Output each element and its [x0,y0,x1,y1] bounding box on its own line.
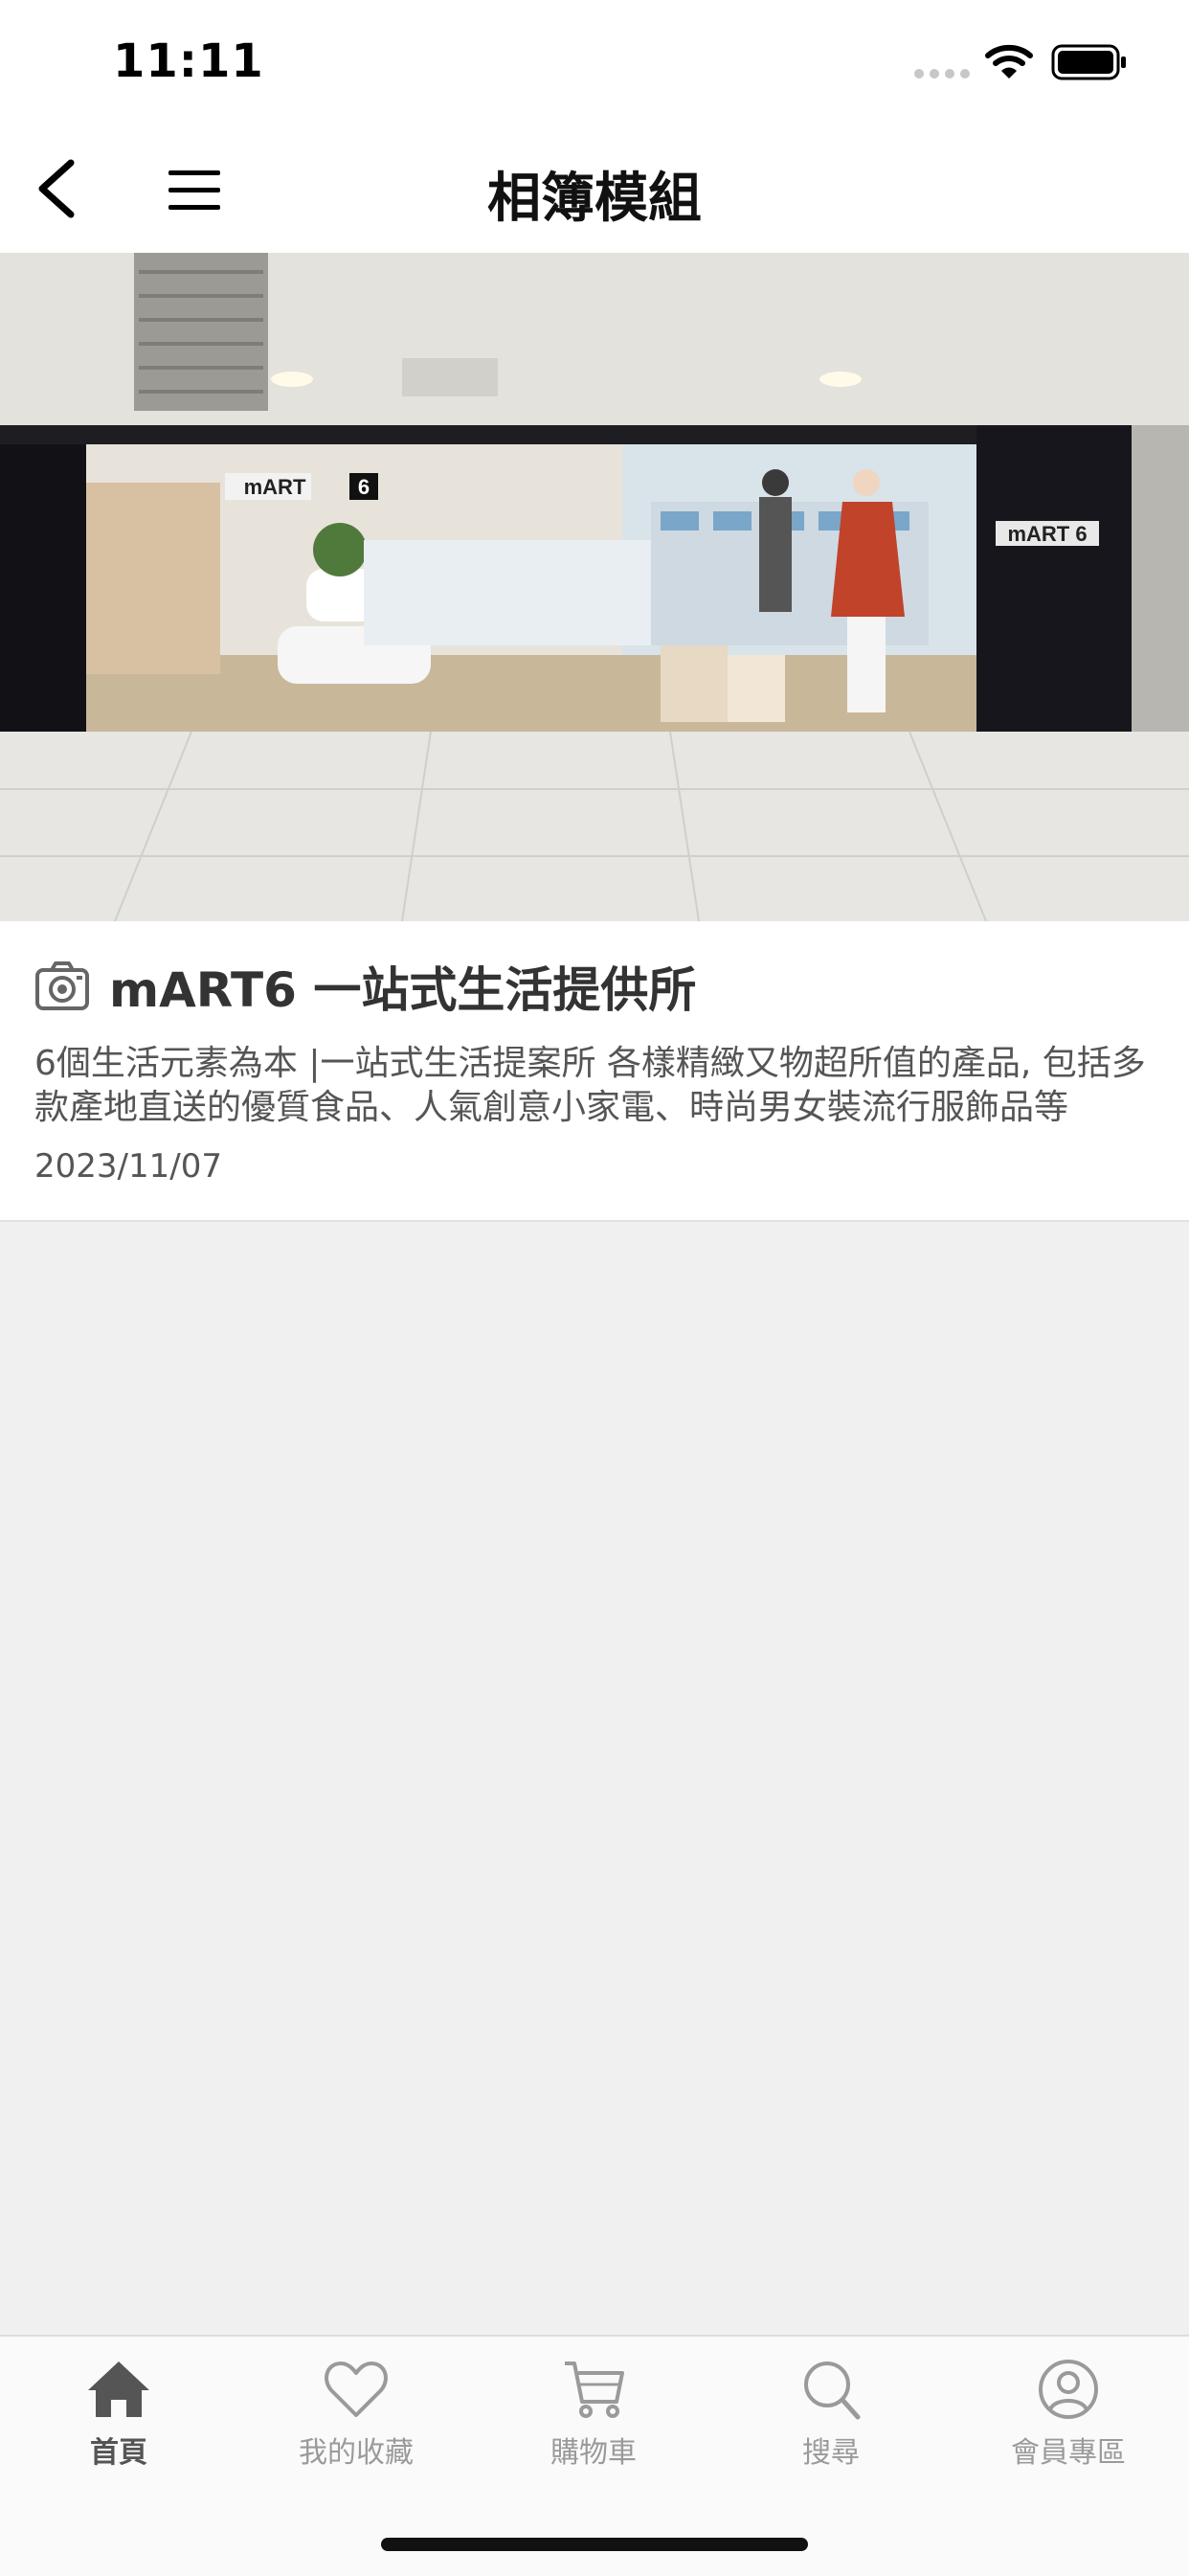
tab-favorites[interactable]: 我的收藏 [237,2358,475,2471]
album-date: 2023/11/07 [34,1147,222,1186]
album-card[interactable]: mART 6 mART 6 mART6 一站式生活提供所 6個生活元素為本 |一… [0,253,1189,1222]
battery-icon [1051,44,1126,80]
status-bar: 11:11 [0,0,1189,126]
camera-icon [35,961,89,1010]
tab-home-label: 首頁 [90,2436,147,2470]
home-icon [88,2361,149,2417]
tab-member-label: 會員專區 [1011,2436,1126,2470]
status-time: 11:11 [113,34,264,88]
svg-text:mART 6: mART 6 [1007,522,1087,546]
tab-search[interactable]: 搜尋 [712,2358,950,2471]
tab-search-label: 搜尋 [802,2436,860,2470]
tab-member[interactable]: 會員專區 [950,2358,1187,2471]
tab-cart-label: 購物車 [550,2436,637,2470]
album-title: mART6 一站式生活提供所 [109,962,697,1018]
search-icon [804,2361,861,2420]
heart-icon [325,2361,388,2417]
page-title: 相簿模組 [487,168,702,230]
album-title-row: mART6 一站式生活提供所 [34,952,696,1021]
album-cover-photo[interactable]: mART 6 mART 6 [0,253,1189,921]
svg-text:6: 6 [358,475,370,499]
album-description: 6個生活元素為本 |一站式生活提案所 各樣精緻又物超所值的產品, 包括多款產地直… [34,1044,1146,1127]
cellular-signal-icon [914,69,970,79]
wifi-icon [985,44,1033,79]
user-icon [1039,2360,1098,2419]
cart-icon [565,2361,624,2418]
svg-text:mART: mART [244,475,306,499]
home-indicator [381,2538,808,2551]
tab-favorites-label: 我的收藏 [299,2436,414,2470]
tab-cart[interactable]: 購物車 [475,2358,712,2471]
tab-home[interactable]: 首頁 [0,2358,237,2471]
navigation-bar: 相簿模組 [0,126,1189,253]
